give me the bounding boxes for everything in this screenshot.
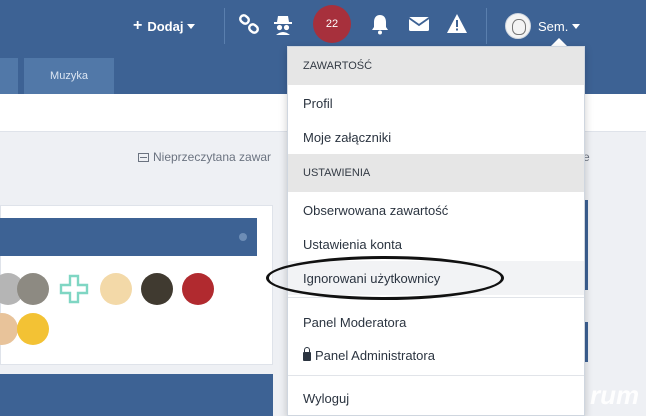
user-avatar[interactable] xyxy=(182,273,214,305)
menu-item-label: Wyloguj xyxy=(303,390,350,406)
medical-cross-icon[interactable] xyxy=(58,273,90,305)
menu-item-followed-content[interactable]: Obserwowana zawartość xyxy=(288,193,584,227)
warning-icon[interactable] xyxy=(446,13,468,35)
username: Sem. xyxy=(538,18,569,34)
chevron-down-icon xyxy=(187,23,196,29)
bell-icon[interactable] xyxy=(369,13,391,35)
dropdown-section-content: ZAWARTOŚĆ xyxy=(288,47,584,85)
menu-item-attachments[interactable]: Moje załączniki xyxy=(288,120,584,154)
menu-item-label: Obserwowana zawartość xyxy=(303,202,449,218)
lock-icon xyxy=(303,347,311,361)
nav-separator xyxy=(486,8,487,44)
notification-count: 22 xyxy=(325,18,339,30)
menu-divider xyxy=(288,297,584,298)
panel-dot-icon xyxy=(239,233,247,241)
notification-count-badge[interactable]: 22 xyxy=(313,5,351,43)
link-icon[interactable] xyxy=(238,13,260,35)
tab-muzyka-label: Muzyka xyxy=(50,70,88,82)
add-button[interactable]: + Dodaj xyxy=(133,14,196,38)
menu-item-admin-panel[interactable]: Panel Administratora xyxy=(288,338,584,372)
user-menu-button[interactable]: Sem. xyxy=(505,12,581,40)
unread-content-label: Nieprzeczytana zawar xyxy=(153,150,272,164)
second-panel-header xyxy=(0,374,273,416)
dropdown-pointer xyxy=(551,38,567,46)
menu-item-account-settings[interactable]: Ustawienia konta xyxy=(288,227,584,261)
envelope-icon[interactable] xyxy=(408,13,430,35)
tab-muzyka[interactable]: Muzyka xyxy=(24,58,114,94)
tab-partial[interactable] xyxy=(0,58,18,94)
user-avatar[interactable] xyxy=(141,273,173,305)
dropdown-section-settings: USTAWIENIA xyxy=(288,154,584,192)
menu-item-label: Panel Administratora xyxy=(315,347,435,363)
user-dropdown-menu: ZAWARTOŚĆ Profil Moje załączniki USTAWIE… xyxy=(287,46,585,416)
avatar xyxy=(505,13,531,39)
emoji-avatar[interactable] xyxy=(17,313,49,345)
spy-icon[interactable] xyxy=(272,13,294,35)
menu-item-ignored-users[interactable]: Ignorowani użytkownicy xyxy=(288,261,584,295)
menu-item-label: Moje załączniki xyxy=(303,129,392,145)
nav-separator xyxy=(224,8,225,44)
user-avatar[interactable] xyxy=(100,273,132,305)
menu-item-label: Ustawienia konta xyxy=(303,236,402,252)
chevron-down-icon xyxy=(572,23,581,29)
menu-item-moderator-panel[interactable]: Panel Moderatora xyxy=(288,305,584,339)
user-avatar[interactable] xyxy=(17,273,49,305)
menu-item-logout[interactable]: Wyloguj xyxy=(288,381,584,415)
menu-item-profile[interactable]: Profil xyxy=(288,86,584,120)
watermark-text: rum xyxy=(590,380,640,410)
plus-icon: + xyxy=(133,17,143,34)
panel-header xyxy=(0,218,257,256)
add-button-label: Dodaj xyxy=(147,18,184,34)
menu-item-label: Ignorowani użytkownicy xyxy=(303,270,441,286)
menu-item-label: Panel Moderatora xyxy=(303,314,407,330)
unread-content-link[interactable]: Nieprzeczytana zawar xyxy=(138,150,271,164)
newspaper-icon xyxy=(138,152,149,162)
menu-item-label: Profil xyxy=(303,95,333,111)
menu-divider xyxy=(288,375,584,376)
